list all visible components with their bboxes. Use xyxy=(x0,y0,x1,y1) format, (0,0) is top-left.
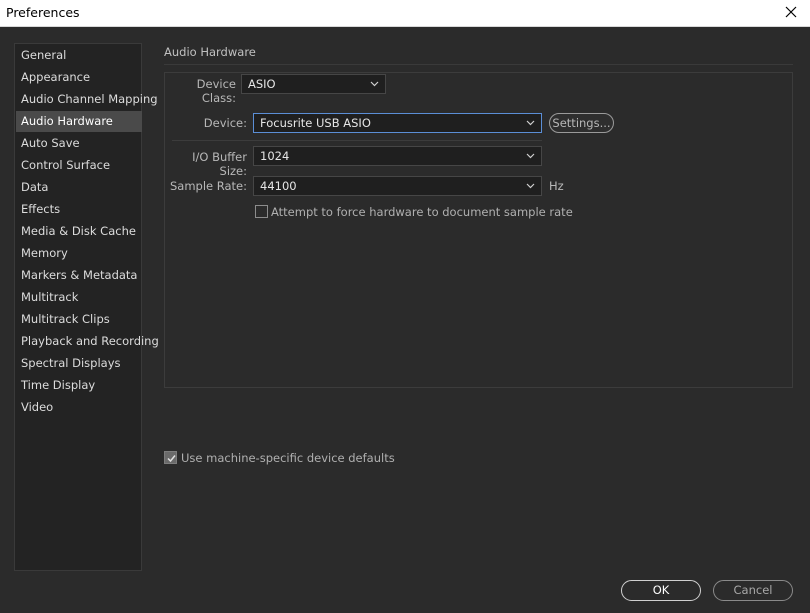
sidebar-item-time-display[interactable]: Time Display xyxy=(16,375,142,396)
chevron-down-icon xyxy=(526,177,536,195)
sidebar-item-general[interactable]: General xyxy=(16,45,142,66)
checkmark-icon xyxy=(167,455,176,463)
window-title: Preferences xyxy=(6,5,80,20)
sidebar-item-multitrack[interactable]: Multitrack xyxy=(16,287,142,308)
sidebar-item-memory[interactable]: Memory xyxy=(16,243,142,264)
buffer-size-label: I/O Buffer Size: xyxy=(192,150,247,178)
sample-rate-dropdown[interactable]: 44100 xyxy=(253,176,542,196)
chevron-down-icon xyxy=(526,114,536,132)
settings-button[interactable]: Settings... xyxy=(549,113,614,133)
machine-defaults-label: Use machine-specific device defaults xyxy=(181,451,395,465)
sidebar-item-data[interactable]: Data xyxy=(16,177,142,198)
sample-rate-label: Sample Rate: xyxy=(169,179,247,193)
buffer-size-value: 1024 xyxy=(260,149,290,163)
ok-button[interactable]: OK xyxy=(621,580,701,601)
sidebar-item-control-surface[interactable]: Control Surface xyxy=(16,155,142,176)
device-value: Focusrite USB ASIO xyxy=(260,116,371,130)
sidebar-item-playback-and-recording[interactable]: Playback and Recording xyxy=(16,331,159,352)
device-class-dropdown[interactable]: ASIO xyxy=(241,74,386,94)
machine-defaults-checkbox[interactable] xyxy=(164,451,177,464)
sidebar-item-media-disk-cache[interactable]: Media & Disk Cache xyxy=(16,221,142,242)
section-title: Audio Hardware xyxy=(164,45,256,59)
panel-divider xyxy=(172,140,542,141)
sidebar-item-audio-channel-mapping[interactable]: Audio Channel Mapping xyxy=(16,89,158,110)
sidebar-item-markers-metadata[interactable]: Markers & Metadata xyxy=(16,265,142,286)
sidebar-item-multitrack-clips[interactable]: Multitrack Clips xyxy=(16,309,142,330)
preferences-sidebar: General Appearance Audio Channel Mapping… xyxy=(14,43,159,571)
sidebar-item-auto-save[interactable]: Auto Save xyxy=(16,133,142,154)
device-dropdown[interactable]: Focusrite USB ASIO xyxy=(253,113,542,133)
sidebar-item-audio-hardware[interactable]: Audio Hardware xyxy=(16,111,142,132)
device-label: Device: xyxy=(203,116,247,130)
section-divider xyxy=(164,64,793,65)
force-sample-rate-checkbox[interactable] xyxy=(255,205,268,218)
sidebar-item-spectral-displays[interactable]: Spectral Displays xyxy=(16,353,142,374)
sidebar-item-video[interactable]: Video xyxy=(16,397,142,418)
buffer-size-dropdown[interactable]: 1024 xyxy=(253,146,542,166)
sidebar-item-effects[interactable]: Effects xyxy=(16,199,142,220)
force-sample-rate-label: Attempt to force hardware to document sa… xyxy=(271,205,573,219)
sidebar-item-appearance[interactable]: Appearance xyxy=(16,67,142,88)
device-class-value: ASIO xyxy=(248,77,276,91)
chevron-down-icon xyxy=(370,75,380,93)
title-bar: Preferences xyxy=(0,0,810,27)
close-icon[interactable] xyxy=(780,1,802,23)
chevron-down-icon xyxy=(526,147,536,165)
sample-rate-value: 44100 xyxy=(260,179,297,193)
cancel-button[interactable]: Cancel xyxy=(713,580,793,601)
sample-rate-unit: Hz xyxy=(549,179,564,193)
device-class-label: Device Class: xyxy=(196,77,236,105)
